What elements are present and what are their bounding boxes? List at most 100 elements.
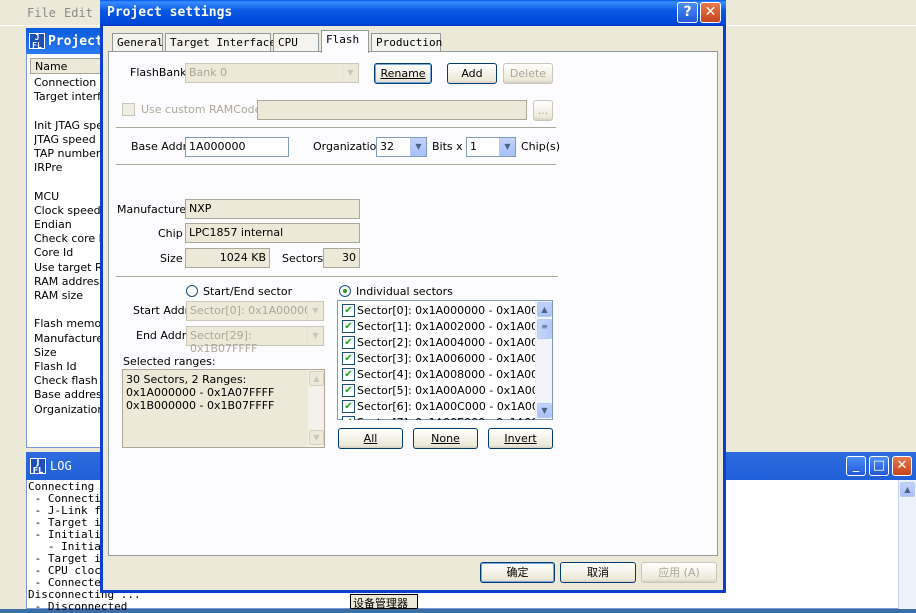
project-list-item[interactable]: RAM address [34,275,104,289]
select-none-button[interactable]: None [413,428,478,449]
project-list-item[interactable]: IRPre [34,161,104,175]
base-addr-label: Base Addr [131,140,188,153]
cancel-button[interactable]: 取消 [560,562,636,583]
scroll-up-icon[interactable]: ▲ [309,371,324,386]
scroll-down-icon[interactable]: ▼ [309,430,324,445]
tab-production[interactable]: Production [371,33,442,52]
project-list-item[interactable]: TAP number [34,147,104,161]
scroll-thumb[interactable]: ≡ [537,319,552,339]
end-addr-label: End Addr [136,329,187,342]
sector-checkbox[interactable]: ✔ [342,384,355,397]
close-icon[interactable]: ✕ [700,2,721,23]
size-field: 1024 KB [185,248,270,268]
ranges-line: 0x1A000000 - 0x1A07FFFF [126,386,275,399]
project-list-item[interactable]: Flash Id [34,360,104,374]
project-list-item[interactable]: Init JTAG speed [34,119,104,133]
project-list-item[interactable]: Check flash Id [34,374,104,388]
add-button[interactable]: Add [447,63,497,84]
menu-file[interactable]: File [27,6,56,20]
start-addr-label: Start Addr [133,304,190,317]
project-list-item[interactable]: Use target RAM [34,261,104,275]
start-addr-value: Sector[0]: 0x1A000000 [190,304,319,317]
ranges-scrollbar[interactable]: ▲ ▼ [308,370,324,447]
custom-ramcode-label: Use custom RAMCode [141,103,262,116]
menu-edit[interactable]: Edit [64,6,93,20]
project-list-item[interactable]: MCU [34,190,104,204]
flashbank-label: FlashBank [130,66,187,79]
name-column-header[interactable]: Name [30,58,106,74]
custom-ramcode-checkbox[interactable] [122,103,135,116]
sector-checkbox[interactable]: ✔ [342,304,355,317]
project-list-item[interactable]: Clock speed [34,204,104,218]
project-list-item[interactable]: Core Id [34,246,104,260]
project-list-item[interactable]: Endian [34,218,104,232]
sector-checkbox[interactable]: ✔ [342,320,355,333]
project-list-item[interactable]: Base address [34,388,104,402]
project-list-item[interactable]: Connection [34,76,104,90]
ranges-line: 0x1B000000 - 0x1B07FFFF [126,399,275,412]
start-addr-select[interactable]: Sector[0]: 0x1A000000 ▼ [186,301,324,321]
delete-button[interactable]: Delete [503,63,553,84]
scroll-up-icon[interactable]: ▲ [900,482,915,497]
project-list-item[interactable]: Target interface [34,90,104,104]
log-line: - Disconnected [28,600,128,613]
project-list-item[interactable]: Organization [34,403,104,417]
start-end-sector-label: Start/End sector [203,285,293,298]
jflash-icon: J FL [29,33,45,50]
sector-list-scrollbar[interactable]: ▲ ≡ ▼ [535,301,552,419]
ramcode-path-field[interactable] [257,100,527,120]
minimize-icon[interactable]: _ [846,456,866,476]
chips-select[interactable]: 1 ▼ [466,137,516,157]
sector-checkbox[interactable]: ✔ [342,368,355,381]
manufacturer-label: Manufacturer [117,203,191,216]
scroll-down-icon[interactable]: ▼ [537,403,552,418]
ranges-line: 30 Sectors, 2 Ranges: [126,373,247,386]
sector-label: Sector[5]: 0x1A00A000 - 0x1A00BFFF [357,384,566,397]
project-list-item[interactable]: Check core Id [34,232,104,246]
tab-general[interactable]: General [112,33,163,52]
tab-flash[interactable]: Flash [321,30,369,53]
sector-label: Sector[0]: 0x1A000000 - 0x1A001FFF [357,304,565,317]
sectors-label: Sectors [282,252,324,265]
sector-checkbox[interactable]: ✔ [342,400,355,413]
project-list-item[interactable]: Size [34,346,104,360]
taskbar-item-device-manager[interactable]: 设备管理器 [350,594,418,610]
project-title-text: Project [48,34,103,49]
select-all-button[interactable]: All [338,428,403,449]
manufacturer-field: NXP [185,199,360,219]
maximize-icon[interactable]: □ [869,456,889,476]
selected-ranges-box: 30 Sectors, 2 Ranges: 0x1A000000 - 0x1A0… [122,369,325,448]
sector-label: Sector[1]: 0x1A002000 - 0x1A003FFF [357,320,565,333]
organization-value: 32 [380,140,394,153]
watermark: 电子发烧友 [768,562,849,580]
ok-button[interactable]: 确定 [480,562,555,583]
chevron-down-icon: ▼ [499,138,515,156]
scroll-up-icon[interactable]: ▲ [537,302,552,317]
project-list-item[interactable]: JTAG speed [34,133,104,147]
log-scrollbar[interactable]: ▲ [898,480,916,609]
tab-target-interface[interactable]: Target Interface [165,33,276,52]
project-list-item[interactable]: RAM size [34,289,104,303]
base-addr-input[interactable]: 1A000000 [185,137,289,157]
chip-label: Chip [158,227,183,240]
tab-cpu[interactable]: CPU [273,33,319,52]
chip-field: LPC1857 internal [185,223,360,243]
divider [116,276,558,278]
sector-label: Sector[3]: 0x1A006000 - 0x1A007FFF [357,352,565,365]
end-addr-select[interactable]: Sector[29]: 0x1B07FFFF ▼ [186,326,324,355]
rename-button[interactable]: Rename [374,63,432,84]
sector-checkbox[interactable]: ✔ [342,336,355,349]
help-icon[interactable]: ? [677,2,698,23]
individual-sectors-radio[interactable] [339,285,351,297]
project-list-item[interactable]: Manufacturer [34,332,104,346]
divider [116,164,556,166]
browse-button[interactable]: ... [533,100,553,121]
invert-button[interactable]: Invert [488,428,553,449]
project-list-item[interactable]: Flash memory [34,317,104,331]
flashbank-select[interactable]: Bank 0 ▼ [185,63,359,83]
close-icon[interactable]: ✕ [892,456,912,476]
start-end-sector-radio[interactable] [186,285,198,297]
apply-button[interactable]: 应用 (A) [641,562,717,583]
organization-select[interactable]: 32 ▼ [376,137,427,157]
sector-checkbox[interactable]: ✔ [342,352,355,365]
